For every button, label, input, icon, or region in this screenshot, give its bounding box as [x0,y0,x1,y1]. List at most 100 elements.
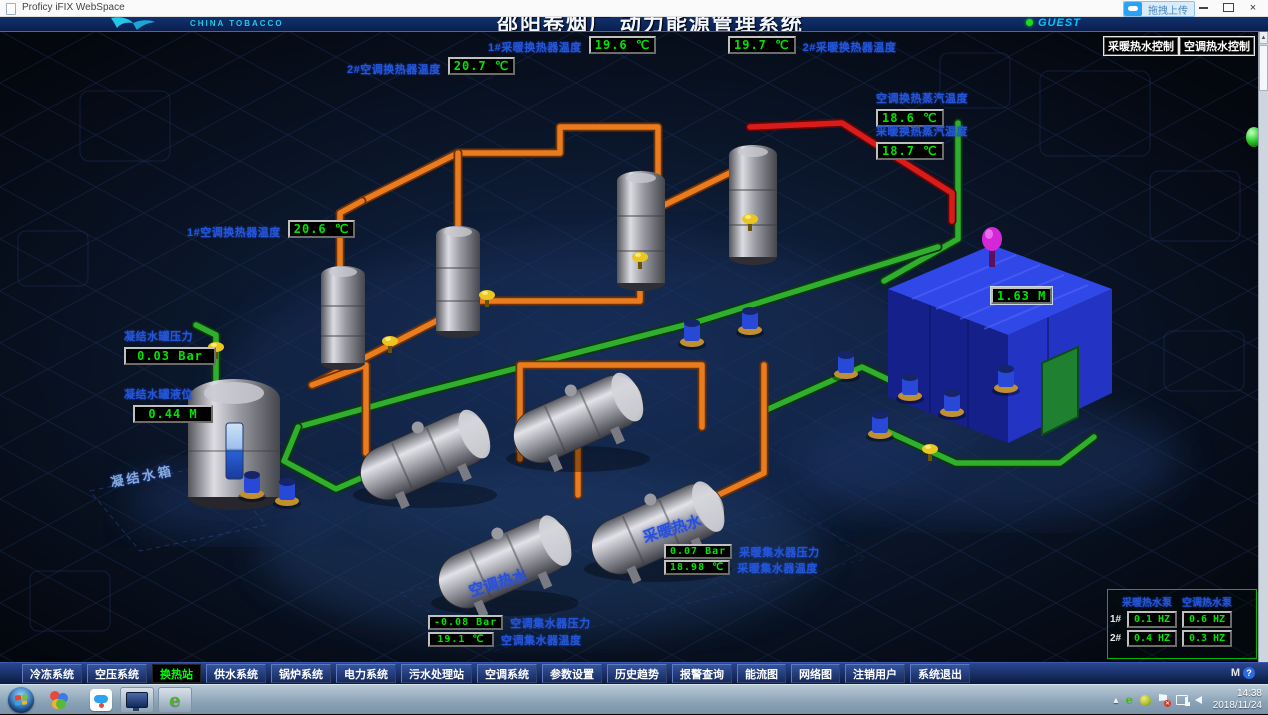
help-icon[interactable]: ? [1243,667,1255,679]
gauge-label: 2#空调换热器温度 [347,61,441,77]
pump-freq-value: 0.1 HZ [1127,611,1177,628]
tray-expand-icon[interactable]: ▴ [1113,695,1118,706]
gauge-condensate-pressure: 凝结水罐压力 0.03 Bar [124,328,216,365]
nav-hvac-system[interactable]: 空调系统 [477,664,537,683]
gauge-value: 19.6 ℃ [589,36,657,54]
taskbar-app-browser[interactable]: e [158,687,192,713]
gauge-label: 空调集水器温度 [501,632,582,648]
netdisk-icon [1124,2,1142,16]
gauge-ac-steam-temp: 空调换热蒸汽温度 18.6 ℃ [876,90,968,127]
windows-taskbar: e ▴ e ✕ 14:38 2018/11/24 [0,684,1268,714]
gauge-heating-header-pressure: 0.07 Bar 采暖集水器压力 [664,544,820,560]
gauge-label: 空调集水器压力 [510,615,591,631]
gauge-hx2-heating-temp: 19.7 ℃ 2#采暖换热器温度 [728,36,896,55]
pump-panel-col2-header: 空调热水泵 [1182,594,1232,609]
gauge-value: 0.07 Bar [664,544,732,559]
system-tray: ▴ e ✕ [1113,685,1202,715]
page-title: 邵阳卷烟厂 动力能源管理系统 [497,16,804,32]
gauge-value: 0.44 M [133,405,213,423]
gauge-label: 采暖集水器压力 [739,544,820,560]
vertical-tank [617,171,665,291]
vertical-tank [729,145,777,265]
start-button[interactable] [8,687,34,713]
nav-cooling-system[interactable]: 冷冻系统 [22,664,82,683]
colored-balls-icon [50,691,68,709]
pump-frequency-panel: 采暖热水泵 空调热水泵 1# 0.1 HZ 0.6 HZ 2# 0.4 HZ 0… [1107,589,1257,659]
gauge-label: 采暖换热蒸汽温度 [876,123,968,139]
nav-logout-user[interactable]: 注销用户 [845,664,905,683]
gauge-hx2-ac-temp: 2#空调换热器温度 20.7 ℃ [347,57,515,77]
gauge-value: -0.08 Bar [428,615,503,630]
gauge-ac-header-temp: 19.1 ℃ 空调集水器温度 [428,632,582,648]
gauge-value: 19.1 ℃ [428,632,494,647]
proficy-ifix-webspace-screen: { "window": { "title": "Proficy iFIX Web… [0,0,1268,714]
gauge-value: 19.7 ℃ [728,36,796,54]
gauge-hx1-heating-temp: 1#采暖换热器温度 19.6 ℃ [488,36,656,55]
webspace-menu-button[interactable]: M [1231,667,1240,679]
scroll-up-icon[interactable]: ▲ [1259,31,1268,44]
monitor-icon [126,692,148,708]
window-title: Proficy iFIX WebSpace [22,2,125,13]
pump-row-id: 2# [1110,633,1122,644]
china-tobacco-logo-icon [103,16,173,31]
pump-freq-value: 0.6 HZ [1182,611,1232,628]
pump-row: 1# 0.1 HZ 0.6 HZ [1110,611,1256,628]
gauge-ac-header-pressure: -0.08 Bar 空调集水器压力 [428,615,591,631]
page-icon [6,3,16,15]
taskbar-app-safety-suite[interactable] [42,687,76,713]
nav-heat-exchange-station[interactable]: 换热站 [152,664,201,683]
nav-history-trends[interactable]: 历史趋势 [607,664,667,683]
action-center-flag-icon[interactable]: ✕ [1158,694,1169,706]
taskbar-clock[interactable]: 14:38 2018/11/24 [1213,688,1262,712]
netdisk-upload-label: 拖拽上传 [1142,2,1194,17]
gauge-value: 20.6 ℃ [288,220,356,238]
nav-boiler-system[interactable]: 锅炉系统 [271,664,331,683]
ac-hot-water-control-button[interactable]: 空调热水控制 [1179,36,1255,56]
gauge-label: 空调换热蒸汽温度 [876,90,968,106]
system-navbar: 冷冻系统 空压系统 换热站 供水系统 锅炉系统 电力系统 污水处理站 空调系统 … [0,662,1268,684]
gauge-hx1-ac-temp: 1#空调换热器温度 20.6 ℃ [187,220,355,240]
gauge-label: 凝结水罐液位 [124,386,193,402]
vertical-tank [321,266,365,370]
netdisk-cloud-icon [90,689,112,711]
gauge-heating-header-temp: 18.98 ℃ 采暖集水器温度 [664,560,818,576]
gauge-label: 2#采暖换热器温度 [803,39,897,55]
scrollbar-thumb[interactable] [1259,45,1268,91]
nav-air-compression[interactable]: 空压系统 [87,664,147,683]
nav-water-supply[interactable]: 供水系统 [206,664,266,683]
gauge-heating-steam-temp: 采暖换热蒸汽温度 18.7 ℃ [876,123,968,160]
tray-antivirus-icon[interactable] [1140,695,1151,706]
app-header: CHINA TOBACCO 邵阳卷烟厂 动力能源管理系统 GUEST [0,16,1268,32]
nav-system-exit[interactable]: 系统退出 [910,664,970,683]
nav-energy-flow-diagram[interactable]: 能流图 [737,664,786,683]
nav-sewage-station[interactable]: 污水处理站 [401,664,472,683]
gauge-value: 1.63 M [991,287,1052,304]
brand-text: CHINA TOBACCO [190,19,284,28]
pump-panel-col1-header: 采暖热水泵 [1122,594,1172,609]
nav-network-diagram[interactable]: 网络图 [791,664,840,683]
tray-browser-icon[interactable]: e [1125,693,1133,707]
clock-date: 2018/11/24 [1213,700,1262,712]
vertical-scrollbar[interactable]: ▲ ▼ [1258,31,1268,684]
nav-alarm-query[interactable]: 报警查询 [672,664,732,683]
nav-parameter-settings[interactable]: 参数设置 [542,664,602,683]
browser-e-icon: e [169,690,180,711]
pump-freq-value: 0.4 HZ [1127,630,1177,647]
pump-row-id: 1# [1110,614,1122,625]
heating-hot-water-control-button[interactable]: 采暖热水控制 [1103,36,1179,56]
minimize-button[interactable] [1192,0,1214,15]
taskbar-app-netdisk[interactable] [84,687,118,713]
browser-titlebar: Proficy iFIX WebSpace [0,0,1268,17]
windows-flag-icon [15,694,27,705]
gauge-label: 1#空调换热器温度 [187,224,281,240]
nav-power-system[interactable]: 电力系统 [336,664,396,683]
pump-freq-value: 0.3 HZ [1182,630,1232,647]
taskbar-app-webspace[interactable] [120,687,154,713]
netdisk-upload-widget[interactable]: 拖拽上传 [1123,1,1195,17]
gauge-value: 18.7 ℃ [876,142,944,160]
speaker-icon[interactable] [1195,696,1202,704]
gauge-label: 1#采暖换热器温度 [488,39,582,55]
maximize-button[interactable] [1217,0,1239,15]
close-button[interactable]: × [1242,0,1264,15]
gauge-chiller-level: 1.63 M [991,287,1052,304]
